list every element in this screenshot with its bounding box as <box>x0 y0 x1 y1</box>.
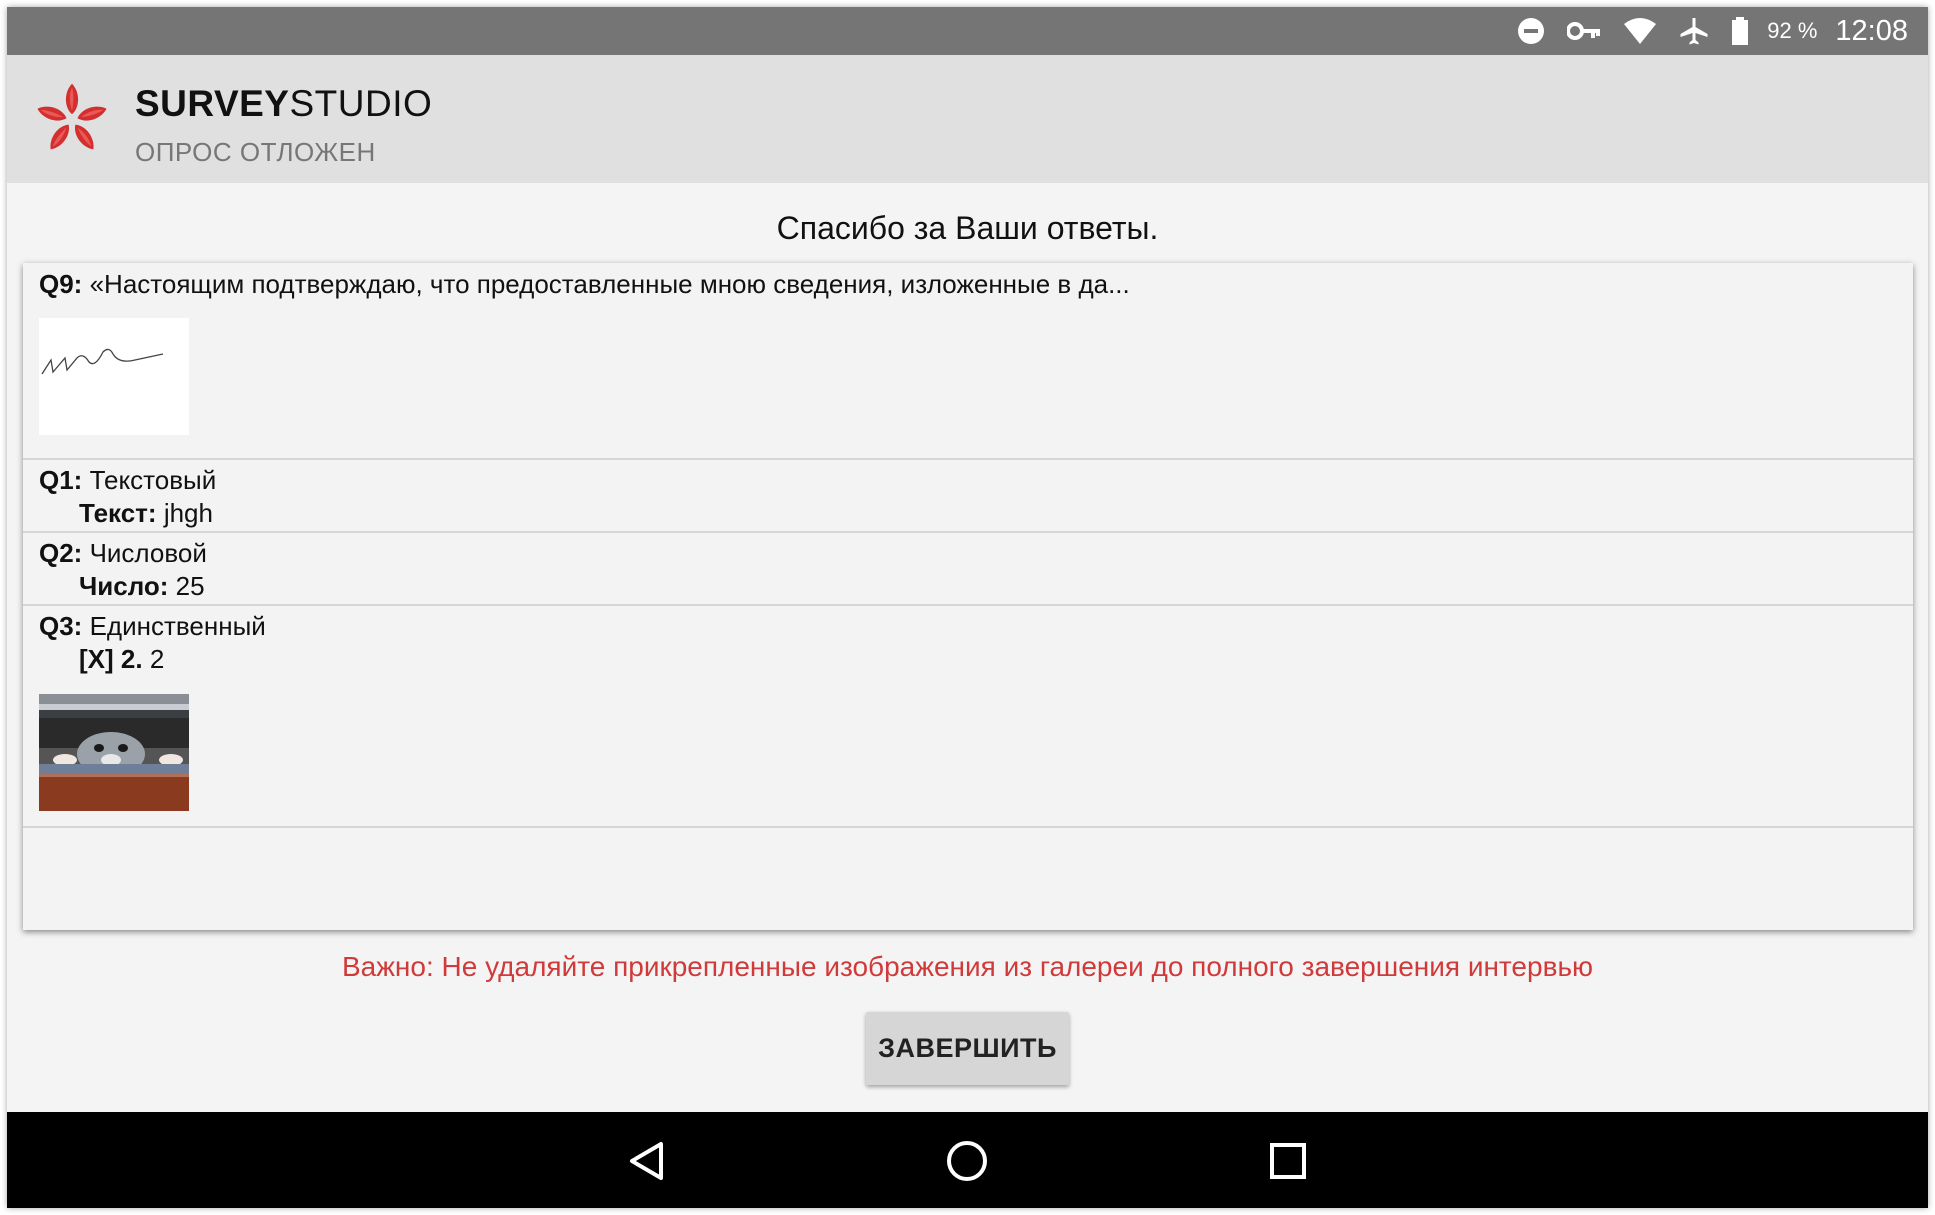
app-title: SURVEYSTUDIO <box>135 83 433 124</box>
battery-percent: 92 % <box>1767 18 1818 43</box>
question-line: Q9: «Настоящим подтверждаю, что предоста… <box>39 269 1130 299</box>
app-bar: SURVEYSTUDIO ОПРОС ОТЛОЖЕН <box>7 55 1928 183</box>
airplane-icon <box>1679 16 1709 46</box>
question-line: Q2: Числовой <box>39 538 207 568</box>
answer-line: Число: 25 <box>79 571 205 601</box>
answer-item-q2: Q2: Числовой Число: 25 <box>23 533 1913 606</box>
signature-image[interactable] <box>39 318 189 435</box>
finish-button[interactable]: ЗАВЕРШИТЬ <box>866 1012 1069 1085</box>
answer-line: Текст: jhgh <box>79 498 213 528</box>
battery-icon <box>1731 16 1749 46</box>
vpn-key-icon <box>1567 16 1601 46</box>
back-icon[interactable] <box>622 1136 672 1186</box>
answer-item-q3: Q3: Единственный [X] 2. 2 <box>23 606 1913 828</box>
question-line: Q1: Текстовый <box>39 465 217 495</box>
survey-status-subtitle: ОПРОС ОТЛОЖЕН <box>135 137 376 167</box>
answer-item-q9: Q9: «Настоящим подтверждаю, что предоста… <box>23 263 1913 460</box>
clock: 12:08 <box>1835 14 1908 47</box>
answer-line: [X] 2. 2 <box>79 644 165 674</box>
navigation-bar <box>7 1112 1928 1208</box>
question-line: Q3: Единственный <box>39 611 266 641</box>
cat-photo-image[interactable] <box>39 694 189 811</box>
status-bar: 92 % 12:08 <box>7 7 1928 55</box>
recents-icon[interactable] <box>1263 1136 1313 1186</box>
warning-message: Важно: Не удаляйте прикрепленные изображ… <box>341 951 1594 982</box>
wifi-icon <box>1623 16 1657 46</box>
answers-card[interactable]: Q9: «Настоящим подтверждаю, что предоста… <box>23 263 1913 930</box>
thanks-heading: Спасибо за Ваши ответы. <box>776 210 1159 246</box>
survey-studio-logo-icon <box>37 83 107 150</box>
answer-item-q1: Q1: Текстовый Текст: jhgh <box>23 460 1913 533</box>
home-icon[interactable] <box>942 1136 992 1186</box>
device-screen: 92 % 12:08 SURVEYSTUDIO ОПРОС ОТЛОЖЕН Сп… <box>7 7 1928 1208</box>
do-not-disturb-icon <box>1517 16 1545 46</box>
